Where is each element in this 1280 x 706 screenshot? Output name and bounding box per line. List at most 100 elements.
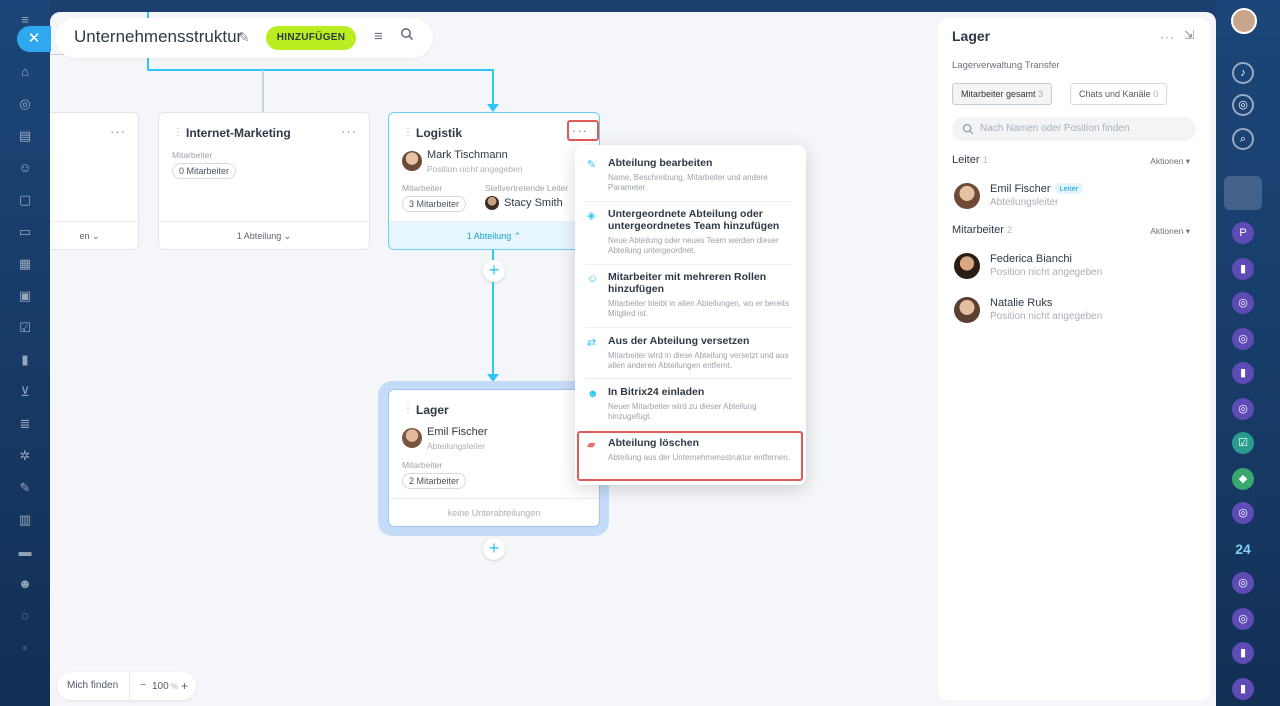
- deputy-name[interactable]: Stacy Smith: [504, 197, 563, 209]
- leader-name[interactable]: Emil Fischer Leiter: [990, 183, 1084, 195]
- menu-item-title: Abteilung bearbeiten: [608, 157, 713, 169]
- close-slider-button[interactable]: ✕: [17, 26, 51, 52]
- leaders-actions-dropdown[interactable]: Aktionen ▾: [1150, 156, 1190, 167]
- card-menu-icon[interactable]: ···: [341, 124, 357, 139]
- search-placeholder: Nach Namen oder Position finden: [980, 123, 1130, 134]
- zoom-in-button[interactable]: +: [181, 679, 188, 693]
- collapse-panel-icon[interactable]: ⇲: [1184, 28, 1194, 42]
- menu-item-title: Untergeordnete Abteilung oder untergeord…: [608, 208, 780, 232]
- find-me-button[interactable]: Mich finden: [67, 680, 118, 691]
- tab-employees-total[interactable]: Mitarbeiter gesamt 3: [952, 83, 1053, 105]
- analytics-icon[interactable]: ▮: [17, 352, 33, 368]
- chat-lock-icon[interactable]: ◆: [1232, 468, 1254, 490]
- cards-icon[interactable]: ▬: [17, 544, 33, 560]
- employee-name[interactable]: Natalie Ruks: [990, 297, 1052, 309]
- head-name[interactable]: Mark Tischmann: [427, 149, 508, 161]
- card-menu-icon[interactable]: ···: [110, 124, 126, 139]
- menu-item-desc: Neue Abteilung oder neues Team werden di…: [608, 236, 779, 255]
- invite-user-icon: ☻: [587, 388, 599, 400]
- employees-count-chip[interactable]: 2 Mitarbeiter: [402, 473, 467, 489]
- people-icon[interactable]: ☻: [17, 576, 33, 592]
- department-card[interactable]: ··· en ⌄: [50, 112, 139, 250]
- search-icon[interactable]: [400, 27, 414, 41]
- filter-icon[interactable]: ≣: [17, 416, 33, 432]
- tab-chats-channels[interactable]: Chats und Kanäle 0: [1070, 83, 1168, 105]
- search-rail-icon[interactable]: ⌕: [1232, 128, 1254, 150]
- chat-doc-icon[interactable]: ▮: [1232, 258, 1254, 280]
- connector-line: [492, 69, 494, 107]
- avatar[interactable]: [954, 183, 980, 209]
- menu-item-desc: Mitarbeiter bleibt in allen Abteilungen,…: [608, 299, 789, 318]
- chat-doc-icon[interactable]: ▮: [1232, 642, 1254, 664]
- users-icon[interactable]: ☺: [17, 160, 33, 176]
- chat-check-icon[interactable]: ☑: [1232, 432, 1254, 454]
- bitrix24-logo-text: 24: [1235, 541, 1251, 557]
- docs-icon[interactable]: ▢: [17, 192, 33, 208]
- feed-icon[interactable]: ◎: [17, 96, 33, 112]
- chat-doc-icon[interactable]: ▮: [1232, 678, 1254, 700]
- zoom-out-button[interactable]: −: [140, 680, 146, 691]
- add-user-icon: ☺: [587, 273, 599, 285]
- subdepartments-toggle[interactable]: 1 Abteilung ⌃: [389, 221, 599, 249]
- department-card-lager[interactable]: ⋮⋮ Lager Emil Fischer Abteilungsleiter M…: [388, 389, 600, 527]
- employees-actions-dropdown[interactable]: Aktionen ▾: [1150, 226, 1190, 237]
- drive-icon[interactable]: ▭: [17, 224, 33, 240]
- avatar[interactable]: [954, 253, 980, 279]
- chat-circle-icon[interactable]: ◎: [1232, 608, 1254, 630]
- store-icon[interactable]: ▥: [17, 512, 33, 528]
- chat-circle-icon[interactable]: ◎: [1232, 398, 1254, 420]
- member-search-input[interactable]: Nach Namen oder Position finden: [952, 117, 1196, 141]
- employees-count-chip[interactable]: 3 Mitarbeiter: [402, 196, 467, 212]
- avatar[interactable]: [402, 428, 422, 448]
- card-footer[interactable]: en ⌄: [50, 221, 138, 249]
- user-avatar[interactable]: [1231, 8, 1257, 34]
- menu-icon[interactable]: ≡: [374, 28, 383, 45]
- tasks-icon[interactable]: ▤: [17, 128, 33, 144]
- department-card-internet-marketing[interactable]: ⋮⋮ Internet-Marketing ··· Mitarbeiter 0 …: [158, 112, 370, 250]
- cart-icon[interactable]: ⊻: [17, 384, 33, 400]
- right-rail: ♪ ◎ ⌕ P ▮ ◎ ◎ ▮ ◎ ☑ ◆ ◎ 24 ◎ ◎ ▮ ▮: [1216, 0, 1280, 706]
- head-position: Position nicht angegeben: [427, 164, 523, 174]
- chat-p-icon[interactable]: P: [1232, 222, 1254, 244]
- chat-circle-icon[interactable]: ◎: [1232, 292, 1254, 314]
- panel-more-icon[interactable]: ···: [1160, 30, 1175, 44]
- employee-name[interactable]: Federica Bianchi: [990, 253, 1072, 265]
- subdepartments-toggle[interactable]: 1 Abteilung ⌄: [159, 221, 369, 249]
- help-icon[interactable]: ◌: [17, 608, 33, 624]
- notifications-icon[interactable]: ♪: [1232, 62, 1254, 84]
- header-bar: Unternehmensstruktur ✎ HINZUFÜGEN ≡: [55, 18, 433, 58]
- more-icon[interactable]: ◦: [17, 640, 33, 656]
- menu-item-desc: Neuer Mitarbeiter wird zu dieser Abteilu…: [608, 402, 757, 421]
- settings-icon[interactable]: ✲: [17, 448, 33, 464]
- head-name[interactable]: Emil Fischer: [427, 426, 488, 438]
- calendar-icon[interactable]: ▣: [17, 288, 33, 304]
- bitrix24-logo-icon[interactable]: 24: [1232, 538, 1254, 560]
- sites-icon[interactable]: ▦: [17, 256, 33, 272]
- zoom-controls: Mich finden − 100 % +: [57, 672, 196, 700]
- add-button[interactable]: HINZUFÜGEN: [266, 26, 356, 50]
- employee-position: Position nicht angegeben: [990, 311, 1103, 322]
- tab-label: Chats und Kanäle: [1079, 89, 1151, 99]
- avatar[interactable]: [402, 151, 422, 171]
- sign-icon[interactable]: ✎: [17, 480, 33, 496]
- avatar[interactable]: [954, 297, 980, 323]
- add-subdepartment-button[interactable]: +: [483, 260, 505, 282]
- chat-circle-icon[interactable]: ◎: [1232, 572, 1254, 594]
- check-icon[interactable]: ☑: [17, 320, 33, 336]
- messenger-icon[interactable]: ◎: [1232, 94, 1254, 116]
- active-chat-avatar[interactable]: [1224, 176, 1262, 210]
- chat-circle-icon[interactable]: ◎: [1232, 328, 1254, 350]
- add-subdepartment-icon: ◈: [587, 210, 596, 222]
- home-icon[interactable]: ⌂: [17, 64, 33, 80]
- section-label: Mitarbeiter: [952, 224, 1004, 236]
- employees-count-chip[interactable]: 0 Mitarbeiter: [172, 163, 237, 179]
- pin-icon[interactable]: ✎: [238, 29, 250, 46]
- avatar[interactable]: [485, 196, 499, 210]
- section-count: 1: [982, 155, 988, 166]
- actions-label: Aktionen: [1150, 226, 1184, 236]
- connector-line: [262, 70, 264, 112]
- chat-doc-icon[interactable]: ▮: [1232, 362, 1254, 384]
- menu-separator: [585, 264, 792, 265]
- chat-circle-icon[interactable]: ◎: [1232, 502, 1254, 524]
- add-subdepartment-button[interactable]: +: [483, 538, 505, 560]
